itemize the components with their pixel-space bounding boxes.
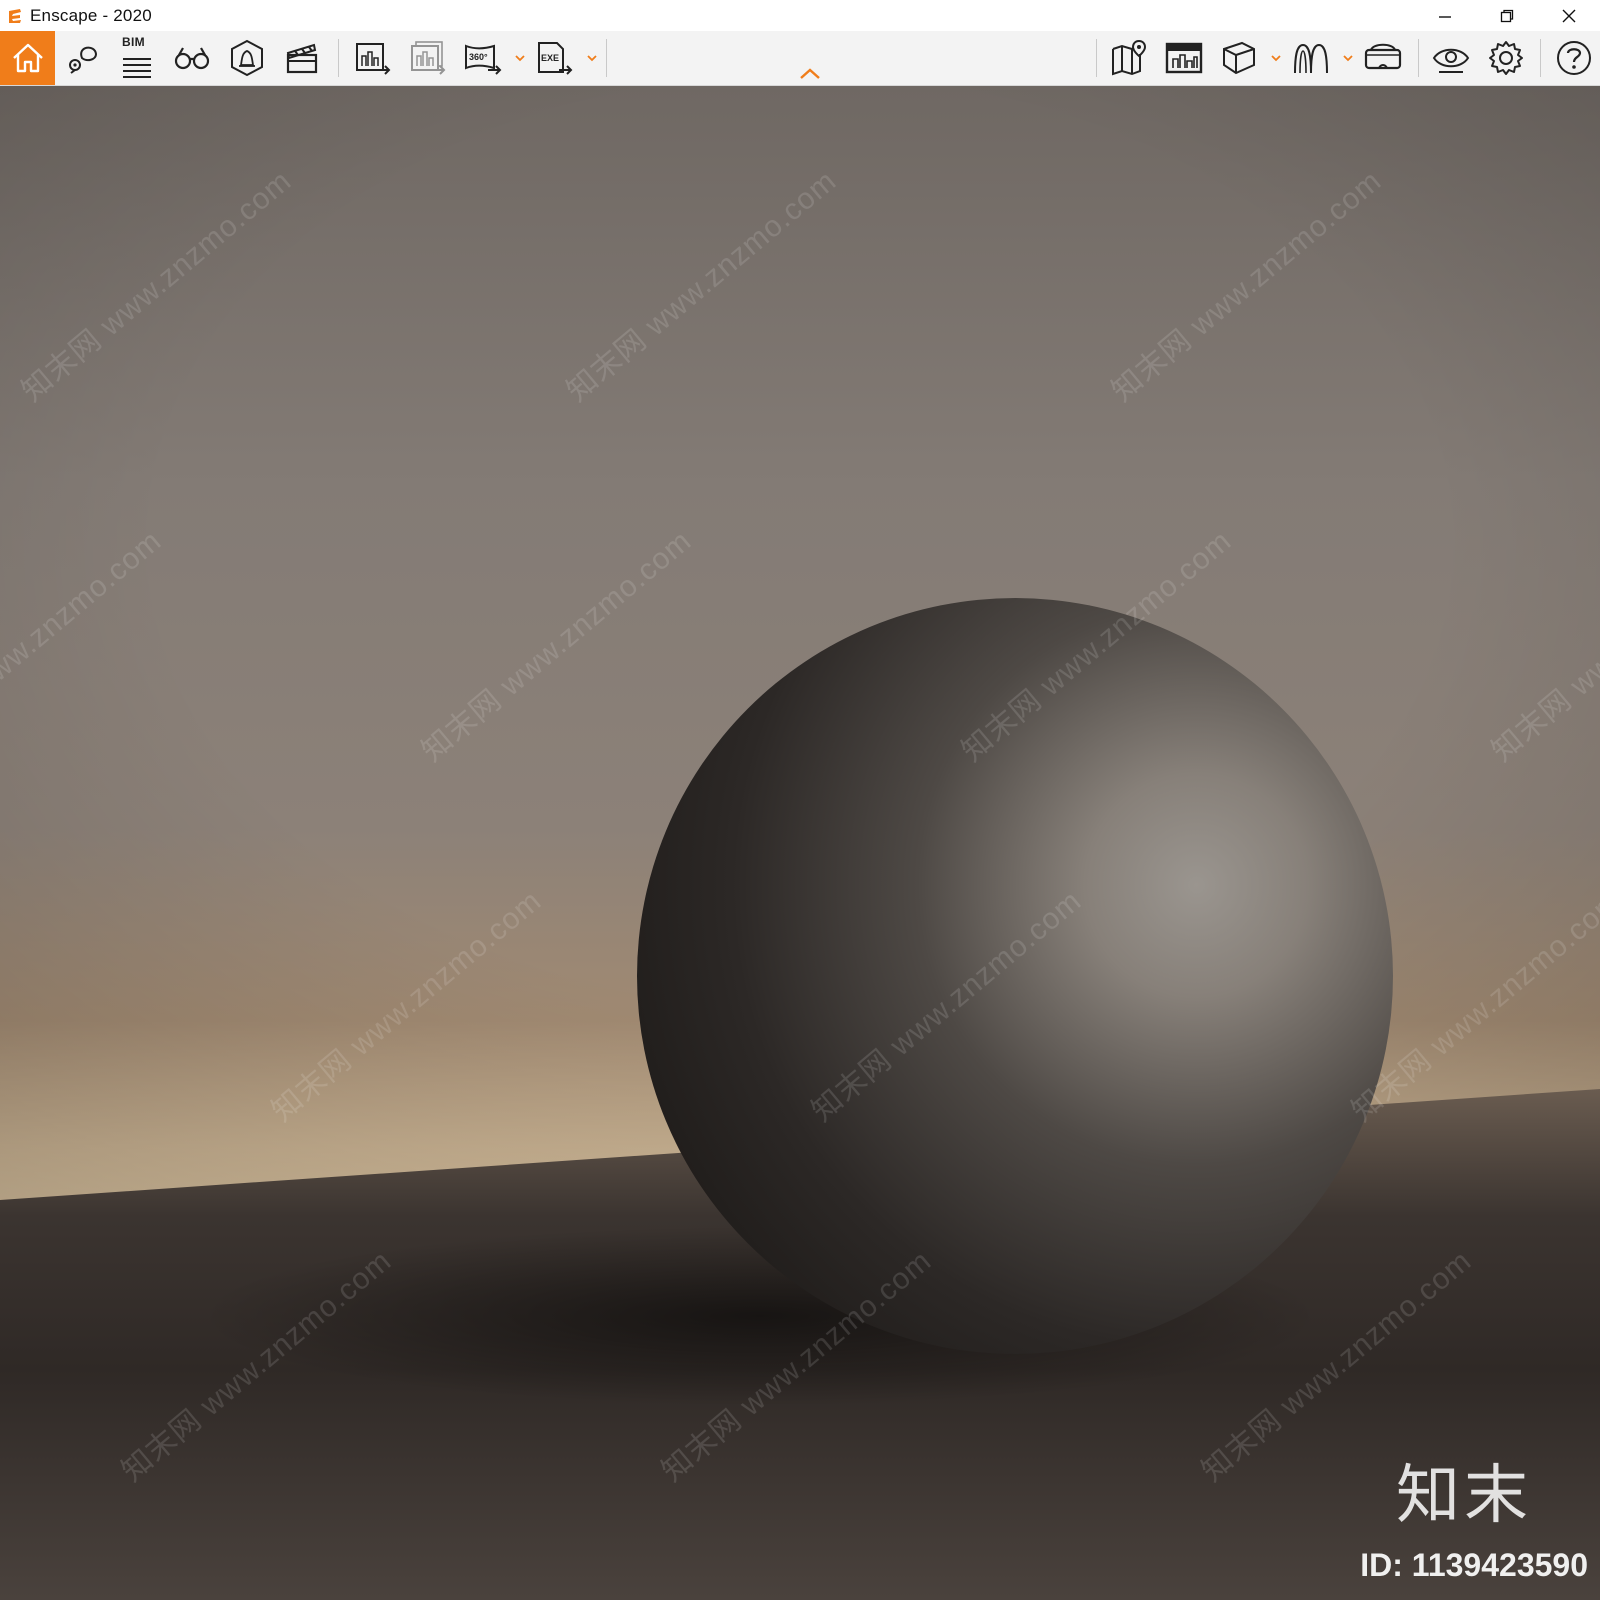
walk-mode-button[interactable]: [166, 33, 218, 83]
help-button[interactable]: [1548, 33, 1600, 83]
toolbar-separator: [1096, 39, 1097, 77]
eye-icon: [1432, 48, 1470, 73]
export-image-icon: [356, 43, 391, 75]
web-export-button[interactable]: [1158, 33, 1210, 83]
settings-button[interactable]: [1480, 33, 1532, 83]
cube-icon: [1223, 41, 1255, 75]
image-id-label: ID: 1139423590: [1360, 1547, 1588, 1583]
toolbar-separator: [1418, 39, 1419, 77]
bim-label: BIM: [122, 35, 145, 49]
chevron-down-icon: [1271, 54, 1281, 61]
close-icon: [1562, 9, 1576, 22]
batch-export-icon: [411, 41, 446, 75]
brand-watermark: 知末: [1396, 1459, 1532, 1533]
settings-gear-icon: [1489, 41, 1523, 75]
export-360-icon: 360°: [465, 44, 502, 75]
home-icon: [12, 43, 43, 73]
minimize-icon: [1439, 15, 1451, 18]
asset-library-button[interactable]: [1285, 33, 1337, 83]
asset-library-icon: [1294, 43, 1328, 74]
help-icon: [1557, 41, 1591, 75]
views-pin-icon: [69, 46, 98, 74]
batch-export-button[interactable]: [402, 33, 454, 83]
export-360-dropdown[interactable]: [513, 51, 527, 65]
object-button[interactable]: [1213, 33, 1265, 83]
export-exe-icon: EXE: [538, 42, 573, 75]
toolbar-separator: [338, 39, 339, 77]
title-bar: Enscape - 2020: [0, 0, 1600, 31]
atmosphere-bell-icon: [231, 39, 263, 77]
collapse-toolbar-button[interactable]: [798, 67, 822, 81]
views-button[interactable]: [57, 33, 109, 83]
map-icon: [1112, 39, 1147, 76]
video-editor-button[interactable]: [276, 33, 328, 83]
toolbar-separator: [606, 39, 607, 77]
export-360-button[interactable]: 360°: [457, 33, 509, 83]
binoculars-icon: [174, 47, 210, 70]
export-exe-dropdown[interactable]: [585, 51, 599, 65]
web-export-icon: [1165, 42, 1203, 74]
close-button[interactable]: [1538, 0, 1600, 31]
restore-icon: [1500, 9, 1514, 22]
bim-list-icon: [123, 58, 151, 78]
minimize-button[interactable]: [1414, 0, 1476, 31]
toolbar-separator: [1540, 39, 1541, 77]
bim-button[interactable]: BIM: [111, 33, 163, 83]
asset-library-dropdown[interactable]: [1341, 51, 1355, 65]
object-dropdown[interactable]: [1269, 51, 1283, 65]
concrete-sphere: [637, 598, 1393, 1354]
enscape-window: Enscape - 2020 BIM 360° EXE 知末 ID: 11394…: [0, 0, 1600, 1600]
render-viewport[interactable]: 知末网 www.znzmo.com 知末网 www.znzmo.com 知末网 …: [0, 86, 1600, 1600]
chevron-down-icon: [515, 54, 525, 61]
main-toolbar: BIM 360° EXE: [0, 31, 1600, 86]
window-title: Enscape - 2020: [30, 5, 152, 25]
visual-settings-view-button[interactable]: [1425, 33, 1477, 83]
chevron-up-icon: [800, 68, 820, 79]
render-scene: [0, 86, 1600, 1600]
chevron-down-icon: [587, 54, 597, 61]
clapperboard-icon: [286, 43, 318, 74]
export-360-text: 360°: [469, 52, 488, 62]
atmosphere-button[interactable]: [221, 33, 273, 83]
home-button[interactable]: [0, 31, 55, 85]
chevron-down-icon: [1343, 54, 1353, 61]
map-button[interactable]: [1103, 33, 1155, 83]
export-exe-text: EXE: [541, 53, 559, 63]
window-controls: [1414, 0, 1600, 31]
export-exe-button[interactable]: EXE: [529, 33, 581, 83]
enscape-logo-icon: [9, 8, 21, 23]
vr-headset-button[interactable]: [1357, 33, 1409, 83]
restore-button[interactable]: [1476, 0, 1538, 31]
export-image-button[interactable]: [347, 33, 399, 83]
vr-headset-icon: [1364, 43, 1402, 70]
